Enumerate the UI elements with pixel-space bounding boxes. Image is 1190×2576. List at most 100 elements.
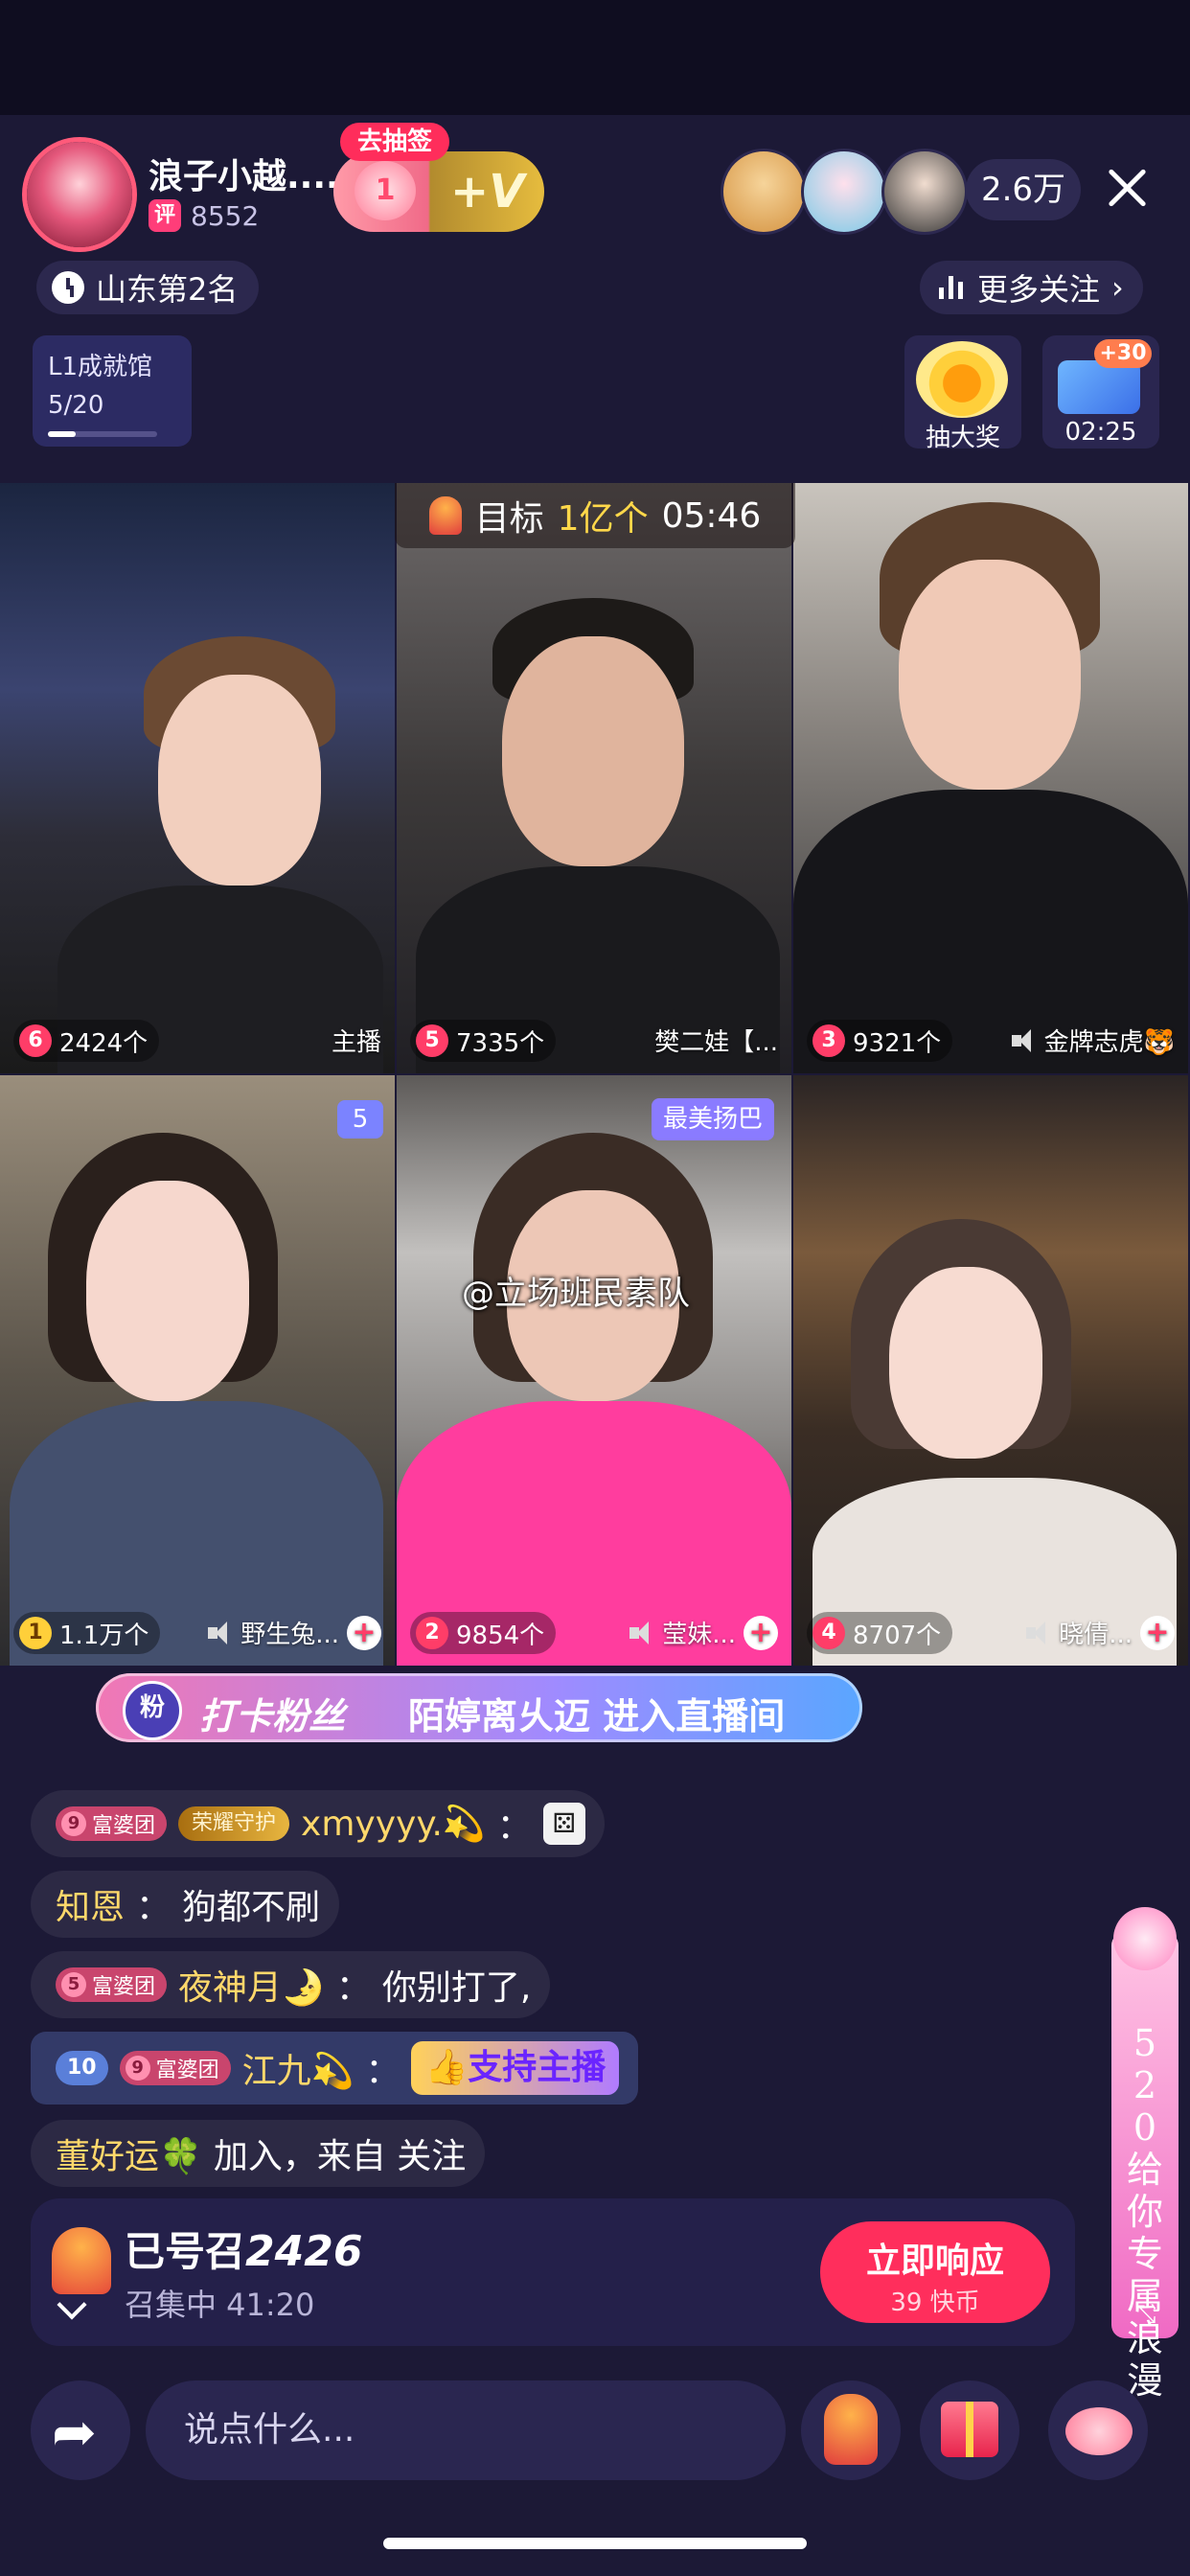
fans-title: 打卡粉丝: [199, 1695, 346, 1737]
glory-badge: 荣耀守护: [178, 1806, 290, 1841]
close-icon[interactable]: [1100, 161, 1154, 215]
diamond-level-badge: 10: [56, 2051, 108, 2085]
tile-name-label: 莹妹...: [662, 1621, 736, 1649]
tile-name-label: 樊二娃【...: [654, 1028, 778, 1057]
tile-name: 主播: [332, 1023, 381, 1058]
follow-plus-icon[interactable]: +: [347, 1615, 381, 1650]
mute-icon: [1011, 1028, 1037, 1052]
reward-box-icon: [1058, 360, 1140, 414]
tile-count: 1.1万个: [59, 1621, 149, 1650]
heart-icon[interactable]: 1: [355, 161, 416, 220]
comment-user[interactable]: xmyyyy.💫: [301, 1804, 486, 1844]
comment-user[interactable]: 董好运🍀: [56, 2128, 202, 2178]
rank-badge: 6: [19, 1024, 52, 1057]
prize-label: 抽大奖: [925, 424, 1000, 452]
tile-stat: 2 9854个: [410, 1612, 557, 1654]
tile-name-label: 野生兔...: [240, 1621, 339, 1649]
tile-name-label: 晓倩...: [1059, 1621, 1133, 1649]
mascot-icon: [428, 496, 462, 535]
comment-message: 狗都不刷: [182, 1888, 321, 1927]
comment-row[interactable]: 9 富婆团 荣耀守护 xmyyyy.💫 ： ⚄: [31, 1790, 605, 1857]
video-tile-6[interactable]: 4 8707个 晓倩... +: [793, 1075, 1188, 1666]
comment-row[interactable]: 知恩 ： 狗都不刷: [31, 1871, 340, 1938]
comment-user[interactable]: 知恩: [56, 1879, 125, 1929]
tile-name: 晓倩... +: [1026, 1615, 1175, 1650]
mute-icon: [1026, 1621, 1051, 1644]
plus-v-button[interactable]: +V: [450, 165, 524, 218]
bars-icon: [939, 274, 966, 301]
comment-sep: ：: [136, 1888, 172, 1927]
achievement-progress: 5/20: [48, 391, 104, 420]
viewer-avatar[interactable]: [721, 149, 807, 235]
comment-sep: ：: [496, 1807, 532, 1847]
achievement-bar-fill: [48, 431, 76, 437]
viewer-count[interactable]: 2.6万: [966, 159, 1081, 220]
goal-time: 05:46: [661, 495, 762, 536]
host-rating: 评 8552: [149, 199, 259, 232]
fan-level-badge: 9 富婆团: [119, 2051, 231, 2085]
respond-label[interactable]: 立即响应: [820, 2233, 1050, 2283]
badge-label: 富婆团: [92, 1975, 156, 1999]
video-tile-4[interactable]: 1 1.1万个 野生兔... +: [0, 1075, 395, 1666]
comment-message: 👍支持主播: [411, 2041, 620, 2095]
chevron-right-icon: ›: [1111, 269, 1124, 306]
home-indicator[interactable]: [383, 2538, 807, 2549]
mascot-icon: [52, 2227, 111, 2294]
video-tile-3[interactable]: 3 9321个 金牌志虎🐯: [793, 483, 1188, 1073]
goal-label: 目标: [474, 499, 544, 539]
video-tile-2[interactable]: 5 7335个 樊二娃【...: [397, 483, 791, 1073]
rank-badge: 5: [416, 1024, 448, 1057]
comment-row[interactable]: 董好运🍀 加入，来自 关注: [31, 2120, 486, 2187]
timer-plus-badge: +30: [1094, 339, 1152, 368]
more-follow-label: 更多关注: [977, 271, 1101, 308]
pk-goal-bar: 目标 1亿个 05:46: [395, 483, 795, 548]
follow-plus-icon[interactable]: +: [744, 1615, 778, 1650]
viewer-avatar[interactable]: [801, 149, 887, 235]
prize-wheel-icon: [916, 341, 1008, 418]
host-avatar[interactable]: [27, 142, 132, 247]
follow-plus-icon[interactable]: +: [1140, 1615, 1175, 1650]
badge-level: 5: [61, 1972, 86, 1997]
rank-badge: 4: [812, 1617, 845, 1649]
tile-tag: 5: [337, 1100, 383, 1138]
video-tile-5[interactable]: 2 9854个 莹妹... +: [397, 1075, 791, 1666]
fans-icon: 粉: [123, 1681, 182, 1740]
clock-icon: [52, 271, 84, 304]
viewer-avatar[interactable]: [881, 149, 968, 235]
tile-count: 9321个: [853, 1028, 942, 1058]
rank-badge: 3: [812, 1024, 845, 1057]
tile-stat: 4 8707个: [807, 1612, 953, 1654]
comment-user[interactable]: 夜神月🌛: [178, 1960, 325, 2010]
badge-level: 9: [125, 2056, 150, 2081]
mute-icon: [208, 1621, 233, 1644]
tile-name-label: 主播: [331, 1028, 381, 1057]
host-name[interactable]: 浪子小越....: [149, 149, 339, 198]
tile-count: 9854个: [456, 1621, 545, 1650]
tile-count: 8707个: [853, 1621, 942, 1650]
goal-amount: 1亿个: [557, 499, 649, 539]
video-tile-1[interactable]: 6 2424个 主播: [0, 483, 395, 1073]
tile-stat: 5 7335个: [410, 1020, 557, 1062]
tile-stat: 1 1.1万个: [13, 1612, 161, 1654]
chat-input[interactable]: 说点什么...: [146, 2380, 786, 2480]
rank-badge: 1: [19, 1617, 52, 1649]
rank-label: 山东第2名: [96, 271, 239, 308]
draw-tag[interactable]: 去抽签: [340, 123, 450, 161]
respond-cost: 39 快币: [890, 2288, 980, 2317]
region-rank[interactable]: 山东第2名: [36, 261, 260, 314]
promo-520-text: 520给你专属浪漫: [1126, 2022, 1163, 2402]
comment-row[interactable]: 10 9 富婆团 江九💫 ： 👍支持主播: [31, 2032, 639, 2104]
comment-row[interactable]: 5 富婆团 夜神月🌛 ： 你别打了,: [31, 1951, 551, 2018]
tile-name: 樊二娃【...: [654, 1023, 778, 1058]
timer-label: 02:25: [1064, 418, 1137, 447]
comment-user[interactable]: 江九💫: [242, 2043, 355, 2093]
tile-count: 7335个: [456, 1028, 545, 1058]
summon-status: 召集中 41:20: [125, 2287, 315, 2323]
fans-text: 陌婷离乆迈 进入直播间: [408, 1695, 786, 1737]
tile-name: 莹妹... +: [629, 1615, 778, 1650]
tile-stat: 3 9321个: [807, 1020, 953, 1062]
dice-icon: ⚄: [542, 1803, 585, 1845]
more-follow-button[interactable]: 更多关注 ›: [920, 261, 1143, 314]
expand-icon[interactable]: ⤡: [1127, 2300, 1165, 2329]
tile-count: 2424个: [59, 1028, 149, 1058]
